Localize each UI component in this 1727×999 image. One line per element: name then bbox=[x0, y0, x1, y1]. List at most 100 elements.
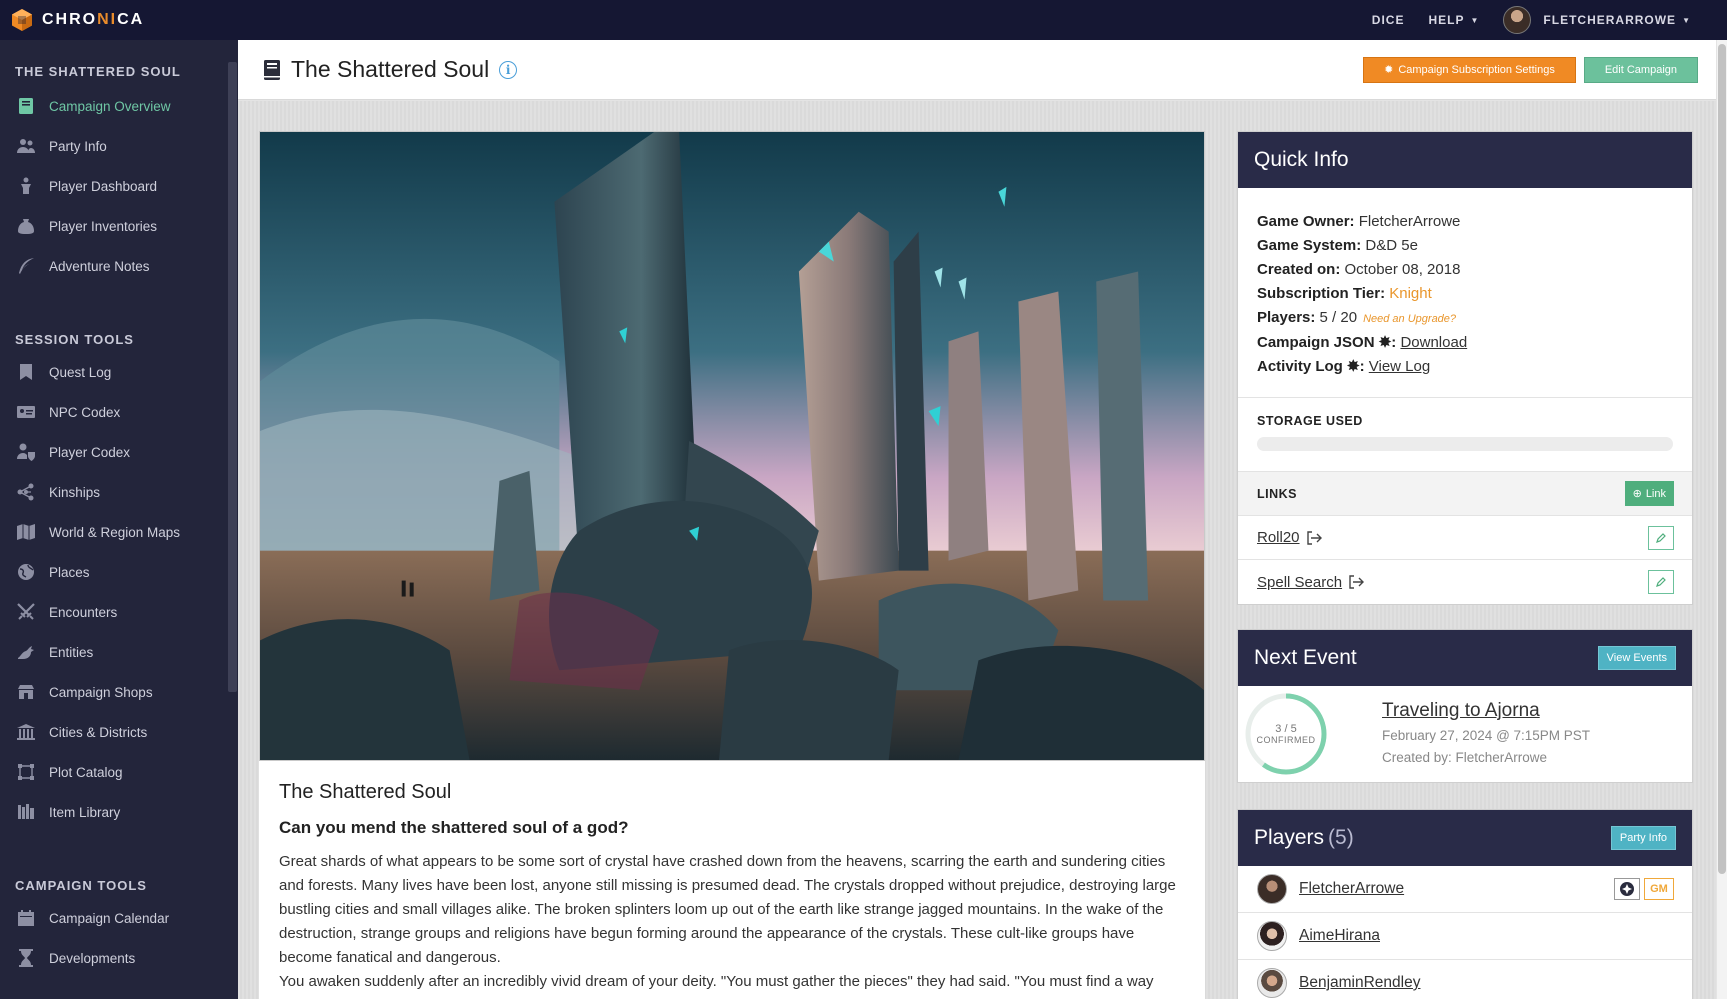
sidebar-scrollbar[interactable] bbox=[228, 62, 237, 692]
download-json-link[interactable]: Download bbox=[1400, 334, 1467, 351]
brand-name: CHRONICA bbox=[42, 11, 145, 28]
link-row: Roll20 bbox=[1238, 516, 1692, 560]
quill-icon bbox=[15, 255, 37, 277]
player-row: BenjaminRendley bbox=[1238, 960, 1692, 999]
globe-icon bbox=[15, 561, 37, 583]
avatar bbox=[1257, 968, 1287, 998]
sidebar-section-title: SESSION TOOLS bbox=[15, 331, 134, 347]
sidebar-item-player-inventories[interactable]: Player Inventories bbox=[0, 206, 238, 246]
description-subtitle: Can you mend the shattered soul of a god… bbox=[279, 818, 629, 837]
player-badge-icon bbox=[1614, 878, 1640, 900]
user-menu[interactable]: FLETCHERARROWE ▼ bbox=[1503, 6, 1691, 34]
page-header: The Shattered Soul i ✹ Campaign Subscript… bbox=[238, 40, 1716, 100]
dashboard-icon bbox=[15, 175, 37, 197]
party-info-button[interactable]: Party Info bbox=[1610, 826, 1676, 850]
card-header: Next Event View Events bbox=[1238, 630, 1692, 686]
sidebar-item-party-info[interactable]: Party Info bbox=[0, 126, 238, 166]
sidebar-item-player-dashboard[interactable]: Player Dashboard bbox=[0, 166, 238, 206]
description-paragraph: You awaken suddenly after an incredibly … bbox=[279, 973, 1154, 990]
storage-progress-bar bbox=[1257, 437, 1673, 451]
top-navbar: CHRONICA DICE HELP ▼ FLETCHERARROWE ▼ bbox=[0, 0, 1727, 40]
view-log-link[interactable]: View Log bbox=[1369, 358, 1430, 375]
bookmark-icon bbox=[15, 361, 37, 383]
building-icon bbox=[15, 721, 37, 743]
confirmed-ring: 3 / 5 CONFIRMED bbox=[1244, 692, 1328, 776]
gm-badge: GM bbox=[1644, 878, 1674, 900]
external-link-icon bbox=[1349, 575, 1365, 589]
network-icon bbox=[15, 481, 37, 503]
sidebar-item-campaign-overview[interactable]: Campaign Overview bbox=[0, 86, 238, 126]
link-roll20[interactable]: Roll20 bbox=[1257, 529, 1300, 546]
hourglass-icon bbox=[15, 947, 37, 969]
quick-info-card: Quick Info Game Owner: FletcherArrowe Ga… bbox=[1237, 131, 1693, 605]
sidebar-item-quest-log[interactable]: Quest Log bbox=[0, 352, 238, 392]
main-content: The Shattered Soul Can you mend the shat… bbox=[238, 101, 1716, 999]
avatar bbox=[1503, 6, 1532, 34]
add-link-button[interactable]: ⊕ Link bbox=[1624, 481, 1674, 506]
bag-icon bbox=[15, 215, 37, 237]
sidebar-item-cities-districts[interactable]: Cities & Districts bbox=[0, 712, 238, 752]
avatar bbox=[1257, 921, 1287, 951]
sidebar-item-adventure-notes[interactable]: Adventure Notes bbox=[0, 246, 238, 286]
card-header: Players (5) Party Info bbox=[1238, 810, 1692, 866]
external-link-icon bbox=[1306, 530, 1322, 545]
brand[interactable]: CHRONICA bbox=[0, 8, 144, 32]
sidebar-item-campaign-calendar[interactable]: Campaign Calendar bbox=[0, 898, 238, 938]
subscription-tier: Knight bbox=[1389, 285, 1432, 302]
event-creator: Created by: FletcherArrowe bbox=[1382, 749, 1548, 765]
sidebar-item-player-codex[interactable]: Player Codex bbox=[0, 432, 238, 472]
description-paragraph: Great shards of what appears to be some … bbox=[279, 853, 1176, 966]
sidebar: THE SHATTERED SOUL Campaign Overview Par… bbox=[0, 40, 238, 999]
player-row: AimeHirana bbox=[1238, 913, 1692, 960]
pencil-icon bbox=[1656, 532, 1666, 543]
gear-icon: ✸ bbox=[1378, 334, 1392, 351]
info-icon[interactable]: i bbox=[499, 60, 518, 79]
sidebar-item-plot-catalog[interactable]: Plot Catalog bbox=[0, 752, 238, 792]
sidebar-item-places[interactable]: Places bbox=[0, 552, 238, 592]
sidebar-section-title: CAMPAIGN TOOLS bbox=[15, 877, 147, 893]
link-spell-search[interactable]: Spell Search bbox=[1257, 574, 1342, 591]
shop-icon bbox=[15, 681, 37, 703]
gear-icon: ✹ bbox=[1384, 64, 1394, 76]
id-card-icon bbox=[15, 401, 37, 423]
library-icon bbox=[15, 801, 37, 823]
sidebar-item-entities[interactable]: Entities bbox=[0, 632, 238, 672]
quick-info-details: Game Owner: FletcherArrowe Game System: … bbox=[1238, 188, 1692, 398]
edit-link-button[interactable] bbox=[1648, 525, 1674, 550]
dice-menu[interactable]: DICE bbox=[1372, 13, 1405, 27]
sidebar-item-kinships[interactable]: Kinships bbox=[0, 472, 238, 512]
edit-link-button[interactable] bbox=[1648, 570, 1674, 594]
party-icon bbox=[15, 135, 37, 157]
sidebar-item-world-region-maps[interactable]: World & Region Maps bbox=[0, 512, 238, 552]
caret-down-icon: ▼ bbox=[1682, 15, 1691, 25]
next-event-card: Next Event View Events 3 / 5 CONFIRMED T… bbox=[1237, 629, 1693, 783]
player-name-link[interactable]: BenjaminRendley bbox=[1299, 974, 1421, 992]
player-name-link[interactable]: FletcherArrowe bbox=[1299, 880, 1404, 898]
gear-icon: ✸ bbox=[1347, 358, 1360, 375]
view-events-button[interactable]: View Events bbox=[1597, 646, 1676, 670]
sidebar-item-encounters[interactable]: Encounters bbox=[0, 592, 238, 632]
sidebar-item-campaign-shops[interactable]: Campaign Shops bbox=[0, 672, 238, 712]
campaign-subscription-settings-button[interactable]: ✹ Campaign Subscription Settings bbox=[1363, 56, 1576, 83]
page-title: The Shattered Soul bbox=[291, 56, 490, 82]
page-scrollbar-thumb[interactable] bbox=[1718, 44, 1726, 874]
book-icon bbox=[15, 95, 37, 117]
sidebar-item-npc-codex[interactable]: NPC Codex bbox=[0, 392, 238, 432]
links-header: LINKS ⊕ Link bbox=[1238, 472, 1692, 516]
player-name-link[interactable]: AimeHirana bbox=[1299, 927, 1380, 945]
plot-icon bbox=[15, 761, 37, 783]
page-scrollbar[interactable] bbox=[1717, 40, 1727, 999]
calendar-icon bbox=[15, 907, 37, 929]
storage-used-section: STORAGE USED bbox=[1238, 398, 1692, 472]
sidebar-item-developments[interactable]: Developments bbox=[0, 938, 238, 978]
dragon-icon bbox=[15, 641, 37, 663]
plus-circle-icon: ⊕ bbox=[1632, 488, 1642, 500]
event-title-link[interactable]: Traveling to Ajorna bbox=[1382, 700, 1590, 722]
book-icon bbox=[264, 59, 280, 80]
sidebar-item-item-library[interactable]: Item Library bbox=[0, 792, 238, 832]
upgrade-link[interactable]: Need an Upgrade? bbox=[1363, 313, 1456, 325]
player-row: FletcherArrowe GM bbox=[1238, 866, 1692, 913]
help-menu[interactable]: HELP ▼ bbox=[1428, 13, 1479, 27]
pencil-icon bbox=[1656, 577, 1666, 587]
edit-campaign-button[interactable]: Edit Campaign bbox=[1583, 56, 1698, 83]
